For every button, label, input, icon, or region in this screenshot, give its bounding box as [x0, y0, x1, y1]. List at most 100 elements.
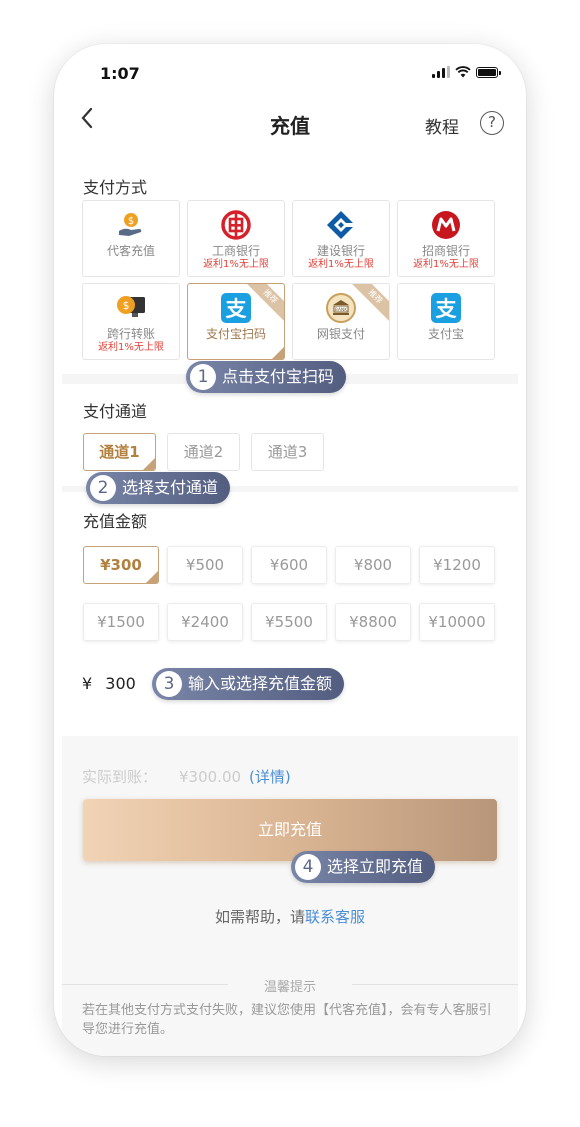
payment-method-label: 跨行转账 [106, 327, 155, 341]
amount-label: ¥1200 [433, 556, 481, 574]
recharge-amount-title: 充值金额 [83, 512, 148, 531]
tips-text: 若在其他支付方式支付失败，建议您使用【代客充值】，会有专人客服引导您进行充值。 [82, 1003, 492, 1037]
amount-option[interactable]: ¥2400 [167, 603, 243, 641]
bottom-panel: 实际到账： ¥300.00 (详情) 立即充值 如需帮助，请联系客服 温馨提示 若在… [62, 736, 518, 1056]
alipay-icon: 支 [221, 293, 251, 323]
amount-option[interactable]: ¥8800 [335, 603, 411, 641]
step-text: 输入或选择充值金额 [188, 674, 333, 693]
step-callout-4: 4 选择立即充值 [291, 851, 436, 883]
step-text: 选择立即充值 [327, 857, 424, 876]
help-line: 如需帮助，请联系客服 [62, 906, 518, 927]
amount-label: ¥800 [353, 556, 393, 574]
payment-method-label: 招商银行 [421, 244, 470, 258]
amount-label: ¥600 [269, 556, 309, 574]
rebate-text: 返利1%无上限 [308, 259, 374, 270]
payment-method-icbc[interactable]: 工商银行 返利1%无上限 [187, 200, 285, 277]
help-icon[interactable]: ? [480, 111, 504, 135]
amount-label: ¥10000 [428, 613, 486, 631]
amount-option[interactable]: ¥1500 [83, 603, 159, 641]
svg-text:$: $ [128, 216, 134, 227]
status-time: 1:07 [100, 64, 140, 83]
help-prefix: 如需帮助，请 [214, 908, 305, 926]
amount-label: ¥8800 [349, 613, 397, 631]
payment-method-ccb[interactable]: 建设银行 返利1%无上限 [292, 200, 390, 277]
phone-frame: 1:07 充值 教程 ? 支付方式 $ 代客充值 工商银行 返利1%无上限 建设… [54, 44, 526, 1056]
ccb-logo-icon [327, 211, 357, 239]
payment-method-label: 支付宝扫码 [205, 327, 266, 341]
amount-option[interactable]: ¥800 [335, 546, 411, 584]
amount-option[interactable]: ¥500 [167, 546, 243, 584]
step-callout-3: 3 输入或选择充值金额 [152, 668, 345, 700]
amount-option[interactable]: ¥10000 [419, 603, 495, 641]
status-icons [432, 66, 501, 78]
wifi-icon [455, 66, 471, 78]
amount-option[interactable]: ¥300 [83, 546, 159, 584]
payment-method-agent[interactable]: $ 代客充值 [82, 200, 180, 277]
channel-label: 通道2 [183, 443, 224, 461]
amount-input-field[interactable]: ¥ 300 [82, 674, 136, 693]
payment-method-transfer[interactable]: $ 跨行转账 返利1%无上限 [82, 283, 180, 360]
step-text: 选择支付通道 [122, 478, 219, 497]
amount-option[interactable]: ¥600 [251, 546, 327, 584]
rebate-text: 返利1%无上限 [98, 342, 164, 353]
svg-text:$: $ [123, 299, 130, 312]
bank-icon: BANK [326, 293, 356, 323]
rebate-text: 返利1%无上限 [203, 259, 269, 270]
amount-label: ¥5500 [265, 613, 313, 631]
tips-title: 温馨提示 [263, 980, 316, 995]
svg-text:支: 支 [226, 297, 248, 321]
step-callout-1: 1 点击支付宝扫码 [186, 361, 347, 393]
currency-symbol: ¥ [82, 674, 93, 693]
payment-channel-title: 支付通道 [83, 402, 148, 421]
payment-method-label: 建设银行 [316, 244, 365, 258]
amount-input-value: 300 [105, 674, 136, 693]
detail-link[interactable]: (详情) [249, 768, 291, 786]
channel-option-2[interactable]: 通道2 [167, 433, 240, 471]
svg-text:BANK: BANK [335, 307, 349, 313]
amount-option[interactable]: ¥5500 [251, 603, 327, 641]
svg-text:支: 支 [436, 297, 458, 321]
payment-method-label: 网银支付 [316, 327, 365, 341]
payment-method-label: 代客充值 [106, 244, 155, 258]
signal-icon [432, 66, 450, 78]
selected-corner-mark [146, 571, 158, 583]
payment-method-cmb[interactable]: 招商银行 返利1%无上限 [397, 200, 495, 277]
step-callout-2: 2 选择支付通道 [86, 472, 231, 504]
selected-corner-mark [272, 347, 284, 359]
step-text: 点击支付宝扫码 [222, 367, 335, 386]
battery-icon [476, 66, 501, 78]
amount-label: ¥500 [185, 556, 225, 574]
payment-method-alipay[interactable]: 支 支付宝 [397, 283, 495, 360]
step-number: 3 [156, 671, 182, 697]
coin-monitor-icon: $ [117, 296, 145, 317]
rebate-text: 返利1%无上限 [413, 259, 479, 270]
step-number: 4 [295, 854, 321, 880]
tutorial-link[interactable]: 教程 [425, 113, 459, 138]
payment-method-label: 工商银行 [211, 244, 260, 258]
selected-corner-mark [143, 458, 155, 470]
payment-method-alipay-scan[interactable]: 推荐 支 支付宝扫码 [187, 283, 285, 360]
payment-method-label: 支付宝 [427, 327, 464, 341]
channel-option-1[interactable]: 通道1 [83, 433, 156, 471]
alipay-icon: 支 [431, 293, 461, 323]
channel-label: 通道3 [267, 443, 308, 461]
amount-option[interactable]: ¥1200 [419, 546, 495, 584]
amount-label: ¥1500 [97, 613, 145, 631]
actual-amount-label: 实际到账： [82, 768, 158, 786]
channel-label: 通道1 [99, 443, 140, 461]
step-number: 2 [90, 475, 116, 501]
channel-option-3[interactable]: 通道3 [251, 433, 324, 471]
amount-label: ¥2400 [181, 613, 229, 631]
actual-amount-value: ¥300.00 [179, 768, 242, 786]
actual-amount-row: 实际到账： ¥300.00 (详情) [82, 766, 291, 787]
contact-service-link[interactable]: 联系客服 [305, 908, 365, 926]
payment-method-netbank[interactable]: 推荐 BANK 网银支付 [292, 283, 390, 360]
payment-method-title: 支付方式 [83, 178, 148, 197]
amount-label: ¥300 [100, 556, 142, 574]
recharge-now-button[interactable]: 立即充值 [83, 799, 497, 861]
screen: 1:07 充值 教程 ? 支付方式 $ 代客充值 工商银行 返利1%无上限 建设… [62, 44, 518, 1056]
step-number: 1 [190, 364, 216, 390]
icbc-logo-icon [221, 210, 251, 240]
cmb-logo-icon [432, 211, 460, 239]
agent-coin-hand-icon: $ [119, 213, 142, 236]
